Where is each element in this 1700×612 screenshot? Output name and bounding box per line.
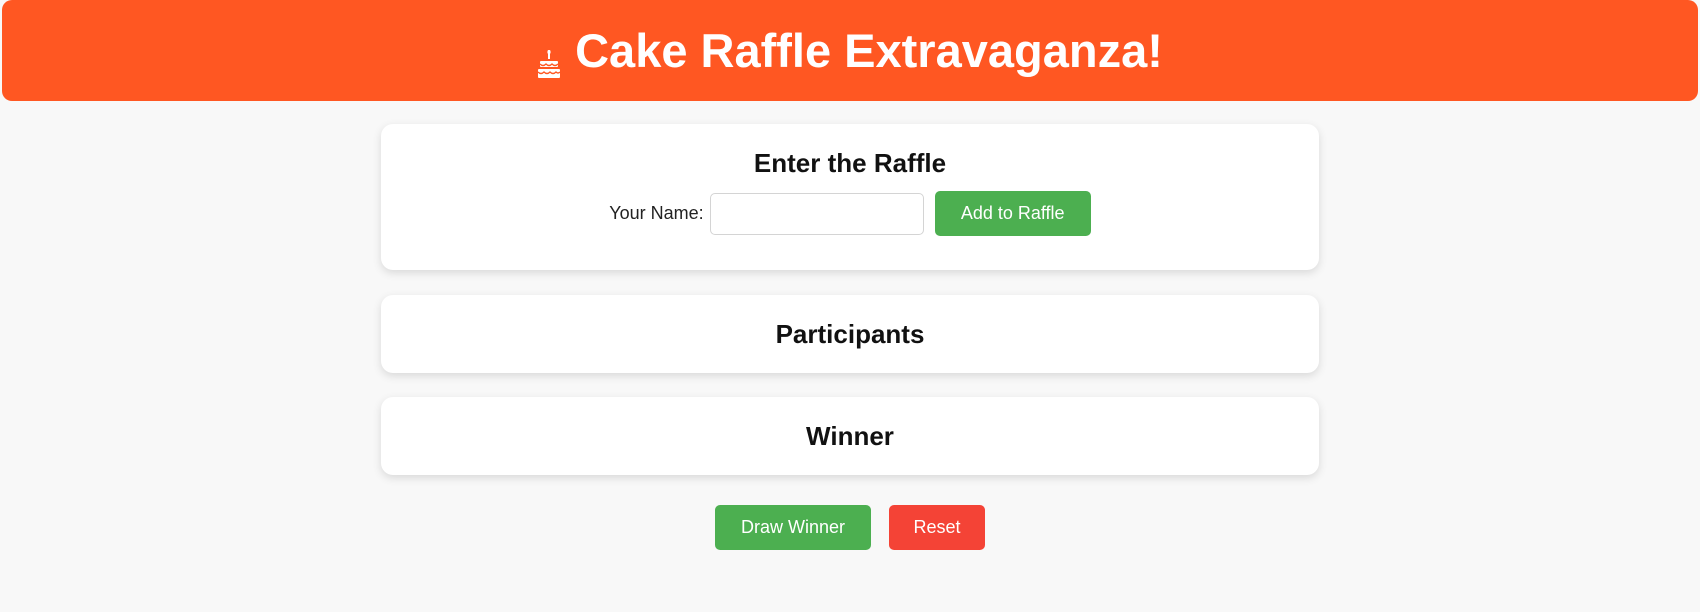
add-to-raffle-button[interactable]: Add to Raffle — [934, 191, 1091, 236]
entry-card: Enter the Raffle Your Name: Add to Raffl… — [381, 124, 1319, 270]
participants-title: Participants — [775, 319, 925, 349]
name-label: Your Name: — [609, 203, 704, 223]
entry-title: Enter the Raffle — [753, 148, 947, 178]
reset-button[interactable]: Reset — [889, 505, 985, 550]
page-title: Cake Raffle Extravaganza! — [537, 23, 1163, 78]
name-input[interactable] — [709, 192, 924, 235]
winner-card: Winner — [381, 397, 1319, 475]
winner-title: Winner — [806, 421, 894, 451]
draw-winner-button[interactable]: Draw Winner — [715, 505, 871, 550]
participants-card: Participants — [381, 295, 1319, 373]
page-title-text: Cake Raffle Extravaganza! — [575, 24, 1163, 77]
cake-icon — [537, 36, 561, 78]
action-buttons: Draw Winner Reset — [0, 505, 1700, 550]
header-banner: Cake Raffle Extravaganza! — [2, 0, 1698, 101]
entry-form: Your Name: Add to Raffle — [381, 191, 1319, 236]
